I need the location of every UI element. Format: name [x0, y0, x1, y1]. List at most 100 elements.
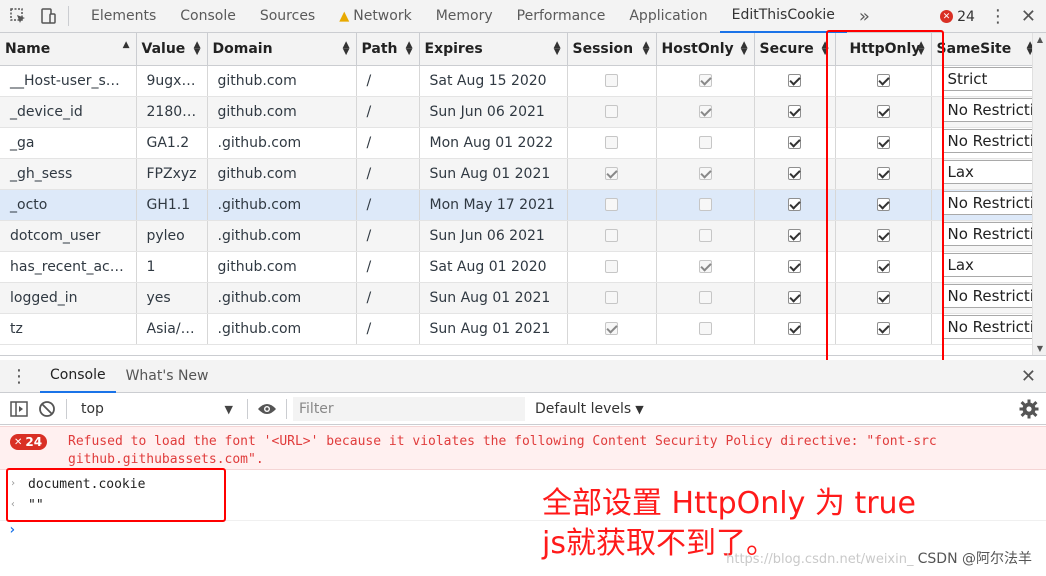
session-checkbox[interactable] [605, 136, 618, 149]
cell-expires[interactable]: Sun Aug 01 2021 [419, 282, 568, 314]
column-header-name[interactable]: Name ▲ [0, 33, 137, 66]
tab-sources[interactable]: Sources [248, 0, 327, 33]
secure-checkbox[interactable] [788, 198, 801, 211]
cell-name[interactable]: has_recent_activity [0, 251, 137, 283]
samesite-select[interactable]: No Restriction [941, 97, 1034, 122]
live-expression-eye-icon[interactable] [254, 396, 280, 422]
httponly-checkbox[interactable] [876, 229, 890, 242]
session-checkbox[interactable] [605, 105, 618, 118]
cell-name[interactable]: _octo [0, 189, 137, 221]
cell-value[interactable]: 2180e6 [136, 96, 208, 128]
cell-path[interactable]: / [356, 313, 420, 345]
error-count-badge[interactable]: ✕ 24 [940, 9, 975, 25]
tab-application[interactable]: Application [617, 0, 719, 33]
cell-domain[interactable]: github.com [207, 158, 357, 190]
inspect-element-icon[interactable] [6, 4, 30, 28]
cell-name[interactable]: _ga [0, 127, 137, 159]
column-header-secure[interactable]: Secure ▲ ▼ [754, 33, 836, 66]
column-header-hostonly[interactable]: HostOnly ▲ ▼ [656, 33, 755, 66]
session-checkbox[interactable] [605, 260, 618, 273]
cell-name[interactable]: logged_in [0, 282, 137, 314]
log-levels-dropdown[interactable]: Default levels ▼ [535, 401, 644, 417]
tab-memory[interactable]: Memory [424, 0, 505, 33]
secure-checkbox[interactable] [788, 229, 801, 242]
cell-expires[interactable]: Mon Aug 01 2022 [419, 127, 568, 159]
cell-value[interactable]: yes [136, 282, 208, 314]
console-filter-input[interactable] [293, 397, 525, 421]
secure-checkbox[interactable] [788, 74, 801, 87]
column-header-domain[interactable]: Domain ▲ ▼ [207, 33, 357, 66]
cell-domain[interactable]: github.com [207, 96, 357, 128]
table-row[interactable]: dotcom_user pyleo .github.com / Sun Jun 06 2… [0, 220, 1041, 252]
cell-value[interactable]: GA1.2 [136, 127, 208, 159]
cell-expires[interactable]: Sun Aug 01 2021 [419, 158, 568, 190]
samesite-select[interactable]: Lax [941, 252, 1034, 277]
cell-value[interactable]: FPZxyz [136, 158, 208, 190]
close-drawer-icon[interactable]: ✕ [1021, 366, 1036, 387]
httponly-checkbox[interactable] [876, 260, 890, 273]
samesite-select[interactable]: No Restriction [941, 283, 1034, 308]
table-row[interactable]: _octo GH1.1 .github.com / Mon May 17 2021 No … [0, 189, 1041, 221]
tab-elements[interactable]: Elements [79, 0, 168, 33]
cell-path[interactable]: / [356, 251, 420, 283]
cell-name[interactable]: dotcom_user [0, 220, 137, 252]
cell-value[interactable]: Asia/Shanghai [136, 313, 208, 345]
cell-domain[interactable]: .github.com [207, 189, 357, 221]
session-checkbox[interactable] [605, 74, 618, 87]
table-row[interactable]: _ga GA1.2 .github.com / Mon Aug 01 2022 No Re… [0, 127, 1041, 159]
hostonly-checkbox[interactable] [698, 74, 712, 87]
cell-expires[interactable]: Sat Aug 15 2020 [419, 65, 568, 97]
table-row[interactable]: _device_id 2180e6 github.com / Sun Jun 06 20… [0, 96, 1041, 128]
samesite-select[interactable]: Strict [941, 66, 1034, 91]
cell-value[interactable]: GH1.1 [136, 189, 208, 221]
cell-domain[interactable]: .github.com [207, 220, 357, 252]
drawer-tab-whats-new[interactable]: What's New [116, 360, 219, 393]
samesite-select[interactable]: No Restriction [941, 128, 1034, 153]
table-row[interactable]: tzAsia/Shanghai.github.com/Sun Aug 01 20… [0, 313, 1041, 345]
cell-path[interactable]: / [356, 220, 420, 252]
httponly-checkbox[interactable] [876, 322, 890, 335]
cell-name[interactable]: _gh_sess [0, 158, 137, 190]
cell-expires[interactable]: Sun Jun 06 2021 [419, 96, 568, 128]
cell-value[interactable]: 9ugxyz [136, 65, 208, 97]
table-row[interactable]: __Host-user_session_same_site9ugxyzgithu… [0, 65, 1041, 97]
cell-value[interactable]: pyleo [136, 220, 208, 252]
table-row[interactable]: _gh_sess FPZxyz github.com / Sun Aug 01 2021… [0, 158, 1041, 190]
hostonly-checkbox[interactable] [698, 260, 712, 273]
column-header-expires[interactable]: Expires ▲ ▼ [419, 33, 568, 66]
cell-path[interactable]: / [356, 158, 420, 190]
session-checkbox[interactable] [605, 291, 618, 304]
tab-performance[interactable]: Performance [505, 0, 618, 33]
drawer-menu-icon[interactable]: ⋮ [0, 360, 40, 393]
cell-expires[interactable]: Sat Aug 01 2020 [419, 251, 568, 283]
samesite-select[interactable]: No Restriction [941, 221, 1034, 246]
httponly-checkbox[interactable] [876, 136, 890, 149]
column-header-samesite[interactable]: SameSite ▲ ▼ [931, 33, 1041, 66]
close-devtools-icon[interactable]: ✕ [1021, 6, 1036, 27]
httponly-checkbox[interactable] [876, 105, 890, 118]
cell-path[interactable]: / [356, 65, 420, 97]
session-checkbox[interactable] [605, 322, 618, 335]
hostonly-checkbox[interactable] [698, 136, 712, 149]
cell-expires[interactable]: Sun Jun 06 2021 [419, 220, 568, 252]
drawer-tab-console[interactable]: Console [40, 360, 116, 393]
console-prompt-icon[interactable]: › [8, 522, 16, 538]
samesite-select[interactable]: No Restriction [941, 314, 1034, 339]
secure-checkbox[interactable] [788, 105, 801, 118]
hostonly-checkbox[interactable] [698, 291, 712, 304]
hostonly-checkbox[interactable] [698, 229, 712, 242]
httponly-checkbox[interactable] [876, 291, 890, 304]
httponly-checkbox[interactable] [876, 74, 890, 87]
samesite-select[interactable]: Lax [941, 159, 1034, 184]
session-checkbox[interactable] [605, 167, 618, 180]
cell-expires[interactable]: Sun Aug 01 2021 [419, 313, 568, 345]
scroll-down-icon[interactable]: ▼ [1035, 344, 1045, 353]
hostonly-checkbox[interactable] [698, 105, 712, 118]
column-header-value[interactable]: Value ▲ ▼ [136, 33, 208, 66]
console-settings-gear-icon[interactable] [1018, 398, 1040, 424]
tab-console[interactable]: Console [168, 0, 248, 33]
cell-expires[interactable]: Mon May 17 2021 [419, 189, 568, 221]
session-checkbox[interactable] [605, 229, 618, 242]
httponly-checkbox[interactable] [876, 198, 890, 211]
cell-value[interactable]: 1 [136, 251, 208, 283]
